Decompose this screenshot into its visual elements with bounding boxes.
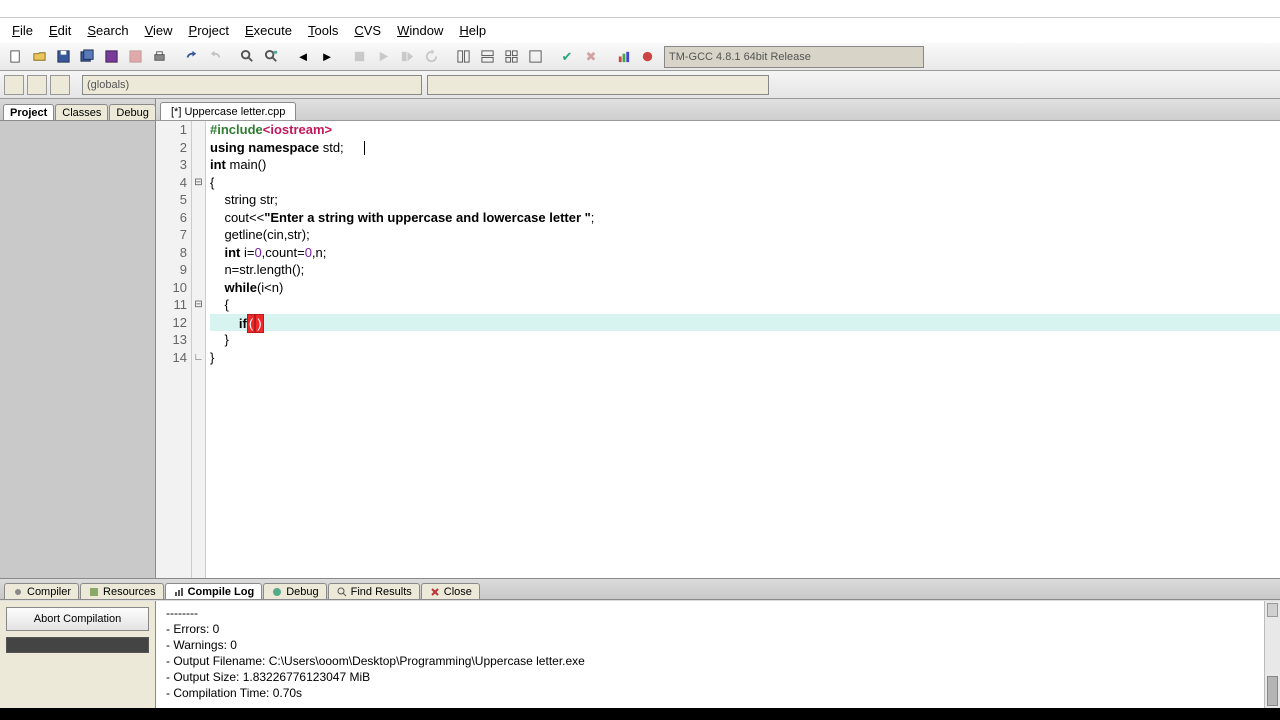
side-tab-project[interactable]: Project xyxy=(3,104,54,120)
print-icon[interactable] xyxy=(148,46,170,68)
redo-icon[interactable] xyxy=(204,46,226,68)
menu-bar: File Edit Search View Project Execute To… xyxy=(0,18,1280,42)
log-line: - Output Filename: C:\Users\ooom\Desktop… xyxy=(166,653,1270,669)
replace-icon[interactable] xyxy=(260,46,282,68)
log-line: -------- xyxy=(166,605,1270,621)
editor-area: [*] Uppercase letter.cpp 123 456 789 101… xyxy=(156,99,1280,578)
back-icon[interactable]: ◄ xyxy=(292,46,314,68)
log-line: - Output Size: 1.83226776123047 MiB xyxy=(166,669,1270,685)
bottom-tab-bar: Compiler Resources Compile Log Debug Fin… xyxy=(0,578,1280,600)
tab-compile-log[interactable]: Compile Log xyxy=(165,583,263,599)
goto-icon[interactable] xyxy=(4,75,24,95)
find-icon xyxy=(336,586,348,598)
bookmark-add-icon[interactable] xyxy=(27,75,47,95)
menu-execute[interactable]: Execute xyxy=(237,21,300,40)
current-line[interactable]: if() xyxy=(210,314,1280,332)
new-file-icon[interactable] xyxy=(4,46,26,68)
check-icon[interactable]: ✔ xyxy=(556,46,578,68)
profile-icon[interactable] xyxy=(612,46,634,68)
functions-dropdown[interactable] xyxy=(427,75,769,95)
compile-log-output[interactable]: -------- - Errors: 0 - Warnings: 0 - Out… xyxy=(156,601,1280,708)
globals-text: (globals) xyxy=(87,79,129,91)
menu-tools[interactable]: Tools xyxy=(300,21,346,40)
bottom-panel: Abort Compilation -------- - Errors: 0 -… xyxy=(0,600,1280,708)
debug-icon[interactable] xyxy=(636,46,658,68)
tab-debug[interactable]: Debug xyxy=(263,583,326,599)
work-area: Project Classes Debug [*] Uppercase lett… xyxy=(0,99,1280,578)
find-icon[interactable] xyxy=(236,46,258,68)
compile-icon[interactable] xyxy=(348,46,370,68)
text-cursor xyxy=(364,141,365,155)
compiler-select-text: TM-GCC 4.8.1 64bit Release xyxy=(669,51,811,63)
side-panel-body xyxy=(0,121,155,578)
main-toolbar: ◄ ► ✔ ✖ TM-GCC 4.8.1 64bit Release xyxy=(0,42,1280,71)
compiler-select[interactable]: TM-GCC 4.8.1 64bit Release xyxy=(664,46,924,68)
close-icon[interactable] xyxy=(124,46,146,68)
log-line: - Errors: 0 xyxy=(166,621,1270,637)
menu-view[interactable]: View xyxy=(137,21,181,40)
menu-cvs[interactable]: CVS xyxy=(346,21,389,40)
log-icon xyxy=(173,586,185,598)
bottom-black-bar xyxy=(0,708,1280,720)
undo-icon[interactable] xyxy=(180,46,202,68)
layout2-icon[interactable] xyxy=(476,46,498,68)
menu-edit[interactable]: Edit xyxy=(41,21,79,40)
debug-icon xyxy=(271,586,283,598)
gear-icon xyxy=(12,586,24,598)
abort-compilation-button[interactable]: Abort Compilation xyxy=(6,607,149,631)
side-tab-debug[interactable]: Debug xyxy=(109,104,155,120)
side-tab-classes[interactable]: Classes xyxy=(55,104,108,120)
compile-controls: Abort Compilation xyxy=(0,601,156,708)
layout4-icon[interactable] xyxy=(524,46,546,68)
resources-icon xyxy=(88,586,100,598)
globals-dropdown[interactable]: (globals) xyxy=(82,75,422,95)
save-icon[interactable] xyxy=(52,46,74,68)
run-icon[interactable] xyxy=(372,46,394,68)
save-as-icon[interactable] xyxy=(100,46,122,68)
log-line: - Warnings: 0 xyxy=(166,637,1270,653)
menu-window[interactable]: Window xyxy=(389,21,451,40)
rebuild-icon[interactable] xyxy=(420,46,442,68)
menu-help[interactable]: Help xyxy=(451,21,494,40)
tab-find-results[interactable]: Find Results xyxy=(328,583,420,599)
save-all-icon[interactable] xyxy=(76,46,98,68)
layout3-icon[interactable] xyxy=(500,46,522,68)
close-icon xyxy=(429,586,441,598)
forward-icon[interactable]: ► xyxy=(316,46,338,68)
code-body[interactable]: #include<iostream> using namespace std; … xyxy=(206,121,1280,578)
fold-gutter: ⊟ ⊟ ∟ xyxy=(192,121,206,578)
menu-search[interactable]: Search xyxy=(79,21,136,40)
layout1-icon[interactable] xyxy=(452,46,474,68)
file-tab-bar: [*] Uppercase letter.cpp xyxy=(156,99,1280,121)
side-tab-bar: Project Classes Debug xyxy=(0,99,155,121)
code-editor[interactable]: 123 456 789 101112 1314 ⊟ ⊟ ∟ #include<i… xyxy=(156,121,1280,578)
window-titlebar xyxy=(0,0,1280,18)
log-scrollbar[interactable] xyxy=(1264,601,1280,708)
compile-run-icon[interactable] xyxy=(396,46,418,68)
side-panel: Project Classes Debug xyxy=(0,99,156,578)
line-number-gutter: 123 456 789 101112 1314 xyxy=(156,121,192,578)
tab-resources[interactable]: Resources xyxy=(80,583,164,599)
bookmark-icon[interactable] xyxy=(50,75,70,95)
menu-project[interactable]: Project xyxy=(181,21,237,40)
menu-file[interactable]: File xyxy=(4,21,41,40)
file-tab-uppercase[interactable]: [*] Uppercase letter.cpp xyxy=(160,102,296,120)
tab-compiler[interactable]: Compiler xyxy=(4,583,79,599)
tab-close[interactable]: Close xyxy=(421,583,480,599)
log-line: - Compilation Time: 0.70s xyxy=(166,685,1270,701)
compile-progress-bar xyxy=(6,637,149,653)
open-icon[interactable] xyxy=(28,46,50,68)
secondary-toolbar: (globals) xyxy=(0,71,1280,99)
stop-icon[interactable]: ✖ xyxy=(580,46,602,68)
